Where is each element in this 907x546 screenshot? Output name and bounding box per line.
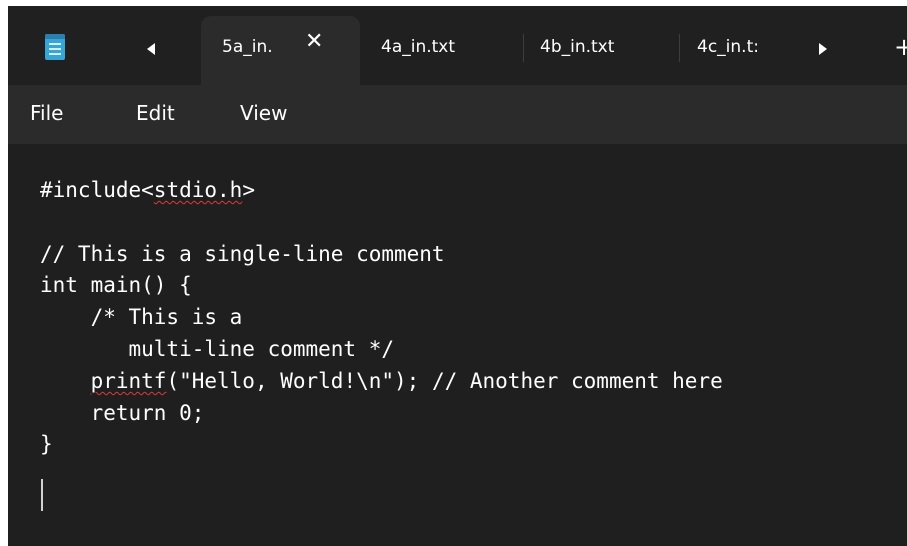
tab-4b-in[interactable]: 4b_in.txt [540, 37, 614, 57]
editor-content[interactable]: #include<stdio.h> // This is a single-lin… [40, 175, 723, 461]
close-icon[interactable]: ✕ [305, 31, 323, 53]
tab-5a-in[interactable]: 5a_in. ✕ [201, 16, 360, 85]
notepad-icon [45, 34, 65, 60]
scroll-tabs-right-icon[interactable] [819, 43, 827, 55]
menu-edit[interactable]: Edit [136, 101, 175, 125]
tab-bar: 5a_in. ✕ 4a_in.txt 4b_in.txt 4c_in.t: + [8, 6, 907, 85]
tab-4c-in[interactable]: 4c_in.t: [697, 37, 759, 57]
code-line: // This is a single-line comment [40, 241, 445, 266]
menu-view[interactable]: View [240, 101, 287, 125]
code-line: #include<stdio.h> [40, 178, 255, 202]
menu-bar: File Edit View [8, 85, 907, 144]
text-editor[interactable]: #include<stdio.h> // This is a single-lin… [8, 144, 907, 546]
window-left-edge [0, 0, 8, 546]
text-caret [41, 479, 43, 511]
code-line: } [40, 432, 53, 457]
code-line: printf("Hello, World!\n"); // Another co… [90, 368, 723, 393]
tab-separator [679, 34, 680, 62]
tab-separator [523, 34, 524, 62]
code-line: multi-line comment */ [40, 336, 395, 361]
tab-label: 5a_in. [222, 37, 273, 57]
code-line: int main() { [40, 273, 192, 298]
tab-4a-in[interactable]: 4a_in.txt [381, 37, 455, 57]
new-tab-button[interactable]: + [894, 35, 907, 59]
code-line: /* This is a [40, 305, 243, 330]
menu-file[interactable]: File [30, 101, 63, 125]
code-line: return 0; [40, 400, 205, 425]
scroll-tabs-left-icon[interactable] [147, 43, 155, 55]
